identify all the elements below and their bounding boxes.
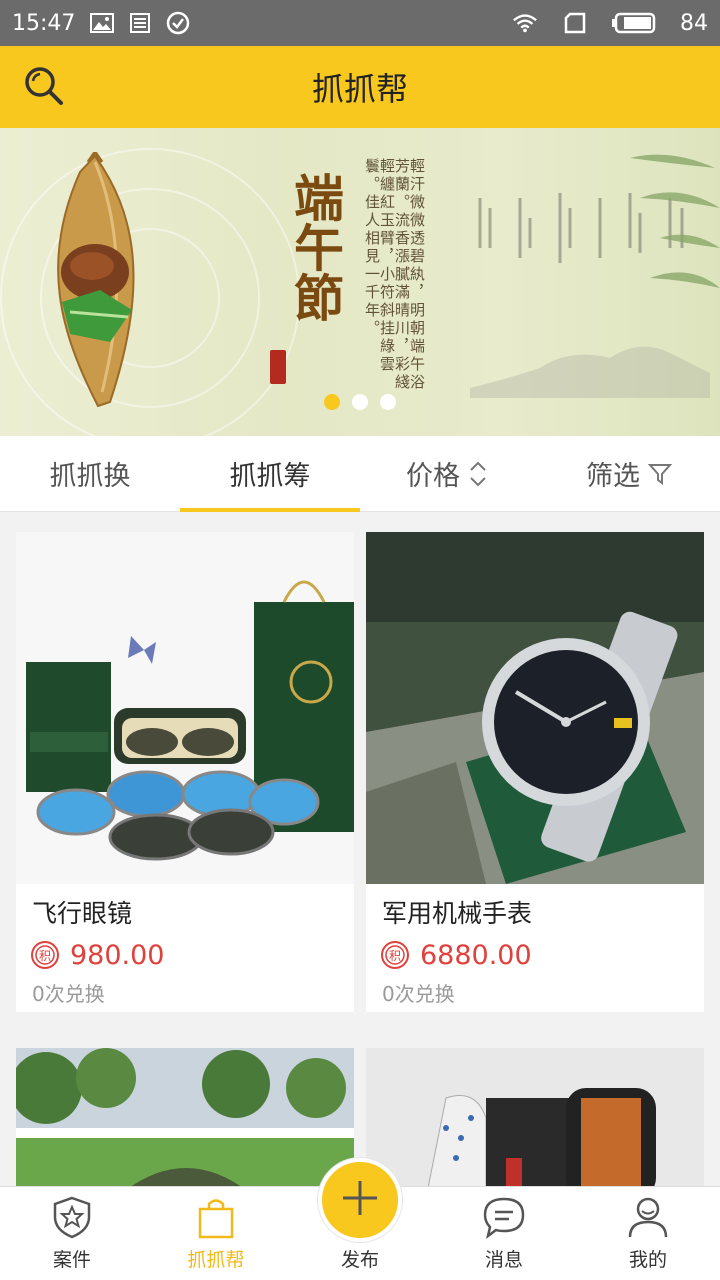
sim-card-icon [562, 12, 588, 34]
battery-level: 84 [680, 10, 708, 36]
sort-updown-icon [468, 459, 494, 489]
product-image-umbrella [16, 1048, 354, 1192]
nav-mine[interactable]: 我的 [576, 1187, 720, 1280]
tab-zhuazhuachou[interactable]: 抓抓筹 [180, 436, 360, 512]
page-title: 抓抓帮 [311, 70, 408, 108]
product-card[interactable]: 军用机械手表 积 6880.00 0次兑换 [366, 532, 704, 1012]
product-image-gear [366, 1048, 704, 1192]
image-icon [89, 12, 115, 34]
promo-banner[interactable]: 端午節 輕汗微微透碧紈，明朝端午浴芳蘭。流香漲膩滿晴川，彩綫輕纏紅玉臂，小符斜挂… [0, 128, 720, 436]
product-price: 980.00 [70, 939, 165, 971]
filter-funnel-icon [648, 459, 674, 489]
product-card[interactable] [366, 1048, 704, 1192]
product-image-sunglasses [16, 532, 354, 884]
tab-label: 筛选 [586, 461, 640, 492]
nav-cases[interactable]: 案件 [0, 1187, 144, 1280]
nav-label: 抓抓帮 [187, 1249, 245, 1271]
tab-zhuazhuahuan[interactable]: 抓抓换 [0, 436, 180, 511]
search-icon[interactable] [22, 64, 66, 108]
publish-button[interactable] [318, 1158, 402, 1242]
wifi-icon [512, 12, 538, 34]
tab-label: 价格 [406, 461, 460, 492]
tab-filter[interactable]: 筛选 [540, 436, 720, 511]
zongzi-image [57, 152, 135, 408]
nav-label: 我的 [628, 1249, 667, 1271]
product-card[interactable]: 飞行眼镜 积 980.00 0次兑换 [16, 532, 354, 1012]
shield-star-icon [50, 1195, 94, 1239]
person-icon [626, 1195, 670, 1239]
product-price: 6880.00 [420, 939, 532, 971]
status-time: 15:47 [12, 10, 76, 36]
product-card[interactable] [16, 1048, 354, 1192]
carousel-dot[interactable] [352, 394, 368, 410]
exchange-count: 0次兑换 [382, 982, 455, 1006]
banner-title: 端午節 [286, 172, 345, 322]
exchange-count: 0次兑换 [32, 982, 105, 1006]
shopping-bag-icon [194, 1195, 238, 1239]
app-header: 抓抓帮 [0, 46, 720, 128]
product-image-watch [366, 532, 704, 884]
points-seal-icon: 积 [380, 940, 410, 970]
nav-label: 发布 [340, 1249, 379, 1271]
carousel-indicator [324, 394, 396, 410]
nav-zhuazhuabang[interactable]: 抓抓帮 [144, 1187, 288, 1280]
status-bar: 15:47 84 [0, 0, 720, 46]
product-name: 飞行眼镜 [32, 899, 133, 928]
nav-label: 消息 [484, 1249, 523, 1271]
nav-label: 案件 [52, 1249, 91, 1271]
banner-poem: 輕汗微微透碧紈，明朝端午浴芳蘭。流香漲膩滿晴川，彩綫輕纏紅玉臂，小符斜挂綠雲鬟。… [363, 158, 426, 392]
carousel-dot[interactable] [380, 394, 396, 410]
battery-icon [612, 12, 656, 34]
news-icon [127, 12, 153, 34]
filter-tabs: 抓抓换 抓抓筹 价格 筛选 [0, 436, 720, 512]
check-circle-icon [165, 11, 191, 35]
product-grid: 飞行眼镜 积 980.00 0次兑换 军用机械手表 积 6880.00 0次兑换 [16, 532, 704, 1192]
red-seal-stamp [270, 350, 286, 384]
svg-text:积: 积 [39, 949, 51, 963]
carousel-dot[interactable] [324, 394, 340, 410]
tab-label: 抓抓换 [49, 461, 131, 492]
points-seal-icon: 积 [30, 940, 60, 970]
chat-bubble-icon [482, 1195, 526, 1239]
plus-icon [340, 1178, 380, 1222]
svg-text:积: 积 [389, 949, 401, 963]
bamboo-decoration [630, 154, 720, 288]
tab-label: 抓抓筹 [229, 461, 311, 492]
nav-messages[interactable]: 消息 [432, 1187, 576, 1280]
product-name: 军用机械手表 [382, 899, 533, 928]
tab-price-sort[interactable]: 价格 [360, 436, 540, 511]
